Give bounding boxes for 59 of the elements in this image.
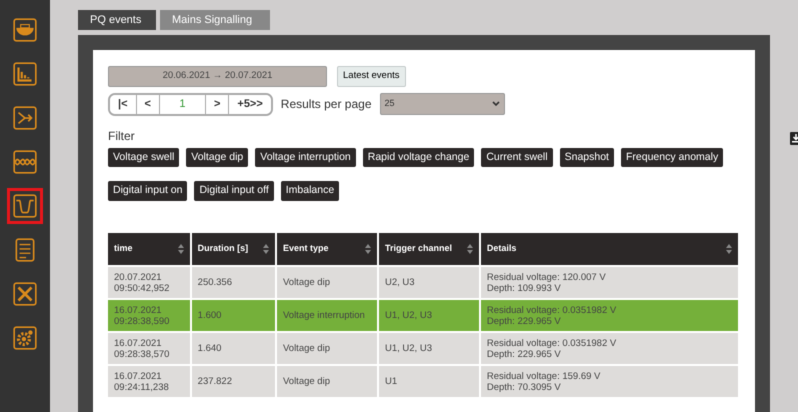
filter-chip[interactable]: Snapshot — [560, 148, 614, 168]
column-header[interactable]: time — [108, 233, 190, 265]
table-cell: 1.600 — [198, 310, 222, 321]
sidebar-item[interactable] — [7, 188, 43, 224]
table-cell: Voltage dip — [282, 376, 330, 387]
sort-icon — [364, 244, 371, 254]
tab[interactable]: PQ events — [78, 10, 156, 30]
table-cell: U1 — [384, 376, 398, 387]
sort-icon — [262, 244, 269, 254]
filter-chip[interactable]: Digital input off — [194, 181, 274, 201]
table-cell: Voltage interruption — [282, 310, 365, 321]
date-range-field[interactable]: 20.06.2021 → 20.07.2021 — [108, 66, 327, 87]
sort-icon — [726, 244, 732, 254]
filter-chip[interactable]: Current swell — [481, 148, 553, 168]
table-cell: 16.07.2021 09:28:38,590 — [114, 304, 170, 326]
table-row[interactable]: 16.07.2021 09:28:38,570 1.640 Voltage dip U1, U2, U3 Residual voltage: 0.0351982 V Depth: 229.965 V — [108, 333, 738, 364]
filter-label: Filter — [108, 128, 136, 144]
table-row[interactable]: 16.07.2021 09:24:11,238 237.822 Voltage dip U1 Residual voltage: 159.69 V Depth: 70.3095 V — [108, 366, 738, 397]
table-cell: 16.07.2021 09:28:38,570 — [114, 338, 170, 360]
sort-icon — [178, 244, 184, 254]
table-cell: U1, U2, U3 — [384, 310, 432, 321]
table-cell: 237.822 — [198, 376, 232, 387]
filter-chip[interactable]: Voltage swell — [108, 148, 180, 168]
table-cell: Residual voltage: 0.0351982 V Depth: 229.965 V — [486, 304, 616, 326]
results-per-page-label: Results per page — [280, 96, 372, 113]
table-cell: Residual voltage: 120.007 V Depth: 109.993 V — [486, 272, 606, 294]
table-cell: 250.356 — [198, 277, 232, 288]
sort-icon — [466, 244, 473, 254]
waves-icon — [12, 149, 38, 175]
tab[interactable]: Mains Signalling — [160, 10, 270, 30]
table-cell: 16.07.2021 09:24:11,238 — [114, 370, 169, 392]
table-cell: 1.640 — [198, 343, 222, 354]
branch-icon — [12, 105, 38, 131]
column-header[interactable]: Event type — [276, 233, 377, 265]
table-cell: 20.07.2021 09:50:42,952 — [114, 272, 170, 294]
bar-chart-icon — [12, 61, 38, 87]
filter-chip[interactable]: Frequency anomaly — [620, 148, 724, 168]
table-cell: Residual voltage: 159.69 V Depth: 70.3095 V — [486, 370, 600, 392]
page-button[interactable]: |< — [110, 94, 137, 114]
filter-chip[interactable]: Voltage dip — [186, 148, 248, 168]
chevron-icon — [492, 101, 500, 107]
filter-chip[interactable]: Rapid voltage change — [362, 148, 474, 168]
filter-chip[interactable]: Digital input on — [108, 181, 188, 201]
table-cell: Voltage dip — [282, 343, 330, 354]
table-cell: Residual voltage: 0.0351982 V Depth: 229.965 V — [486, 338, 616, 360]
column-header[interactable]: Duration [s] — [192, 233, 275, 265]
table-cell: U2, U3 — [384, 277, 415, 288]
meter-icon — [12, 17, 38, 43]
table-cell: Voltage dip — [282, 277, 330, 288]
table-row[interactable]: 20.07.2021 09:50:42,952 250.356 Voltage dip U2, U3 Residual voltage: 120.007 V Depth: 109.993 V — [108, 267, 738, 298]
table-cell: U1, U2, U3 — [384, 343, 432, 354]
table-row[interactable]: 16.07.2021 09:28:38,590 1.600 Voltage interruption U1, U2, U3 Residual voltage: 0.0351982 V Depth: 229.965 V — [108, 300, 738, 331]
latest-events-button[interactable]: Latest events — [337, 66, 406, 87]
results-per-page-select[interactable]: 25 — [380, 93, 505, 115]
column-header[interactable]: Details — [480, 233, 738, 265]
filter-chip[interactable]: Voltage interruption — [255, 148, 356, 168]
column-header[interactable]: Trigger channel — [378, 233, 479, 265]
dip-wave-icon — [12, 193, 38, 219]
filter-chip[interactable]: Imbalance — [280, 181, 340, 201]
